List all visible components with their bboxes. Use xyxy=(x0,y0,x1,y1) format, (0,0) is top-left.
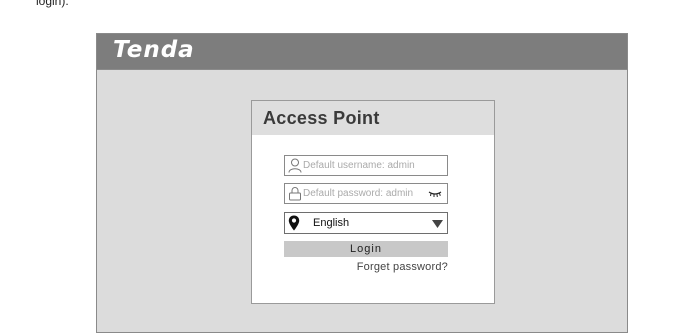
eye-closed-icon[interactable] xyxy=(428,189,442,198)
password-field[interactable] xyxy=(284,183,448,204)
username-input[interactable] xyxy=(303,157,423,174)
panel-header: Access Point xyxy=(252,101,494,135)
language-value: English xyxy=(313,217,349,229)
tenda-logo: Tenda xyxy=(113,37,195,63)
user-icon xyxy=(288,158,302,173)
login-panel: Access Point xyxy=(251,100,495,304)
forget-password-link[interactable]: Forget password? xyxy=(357,261,448,273)
login-button[interactable]: Login xyxy=(284,241,448,257)
language-select[interactable]: English xyxy=(284,212,448,234)
username-field[interactable] xyxy=(284,155,448,176)
title-bar: Tenda xyxy=(97,34,627,70)
lock-icon xyxy=(288,186,302,201)
location-pin-icon xyxy=(288,215,300,231)
page-caption: login). xyxy=(36,0,69,8)
router-window: Tenda Access Point xyxy=(96,33,628,333)
page-title: Access Point xyxy=(263,108,380,129)
password-input[interactable] xyxy=(303,185,423,202)
chevron-down-icon[interactable] xyxy=(432,220,443,228)
